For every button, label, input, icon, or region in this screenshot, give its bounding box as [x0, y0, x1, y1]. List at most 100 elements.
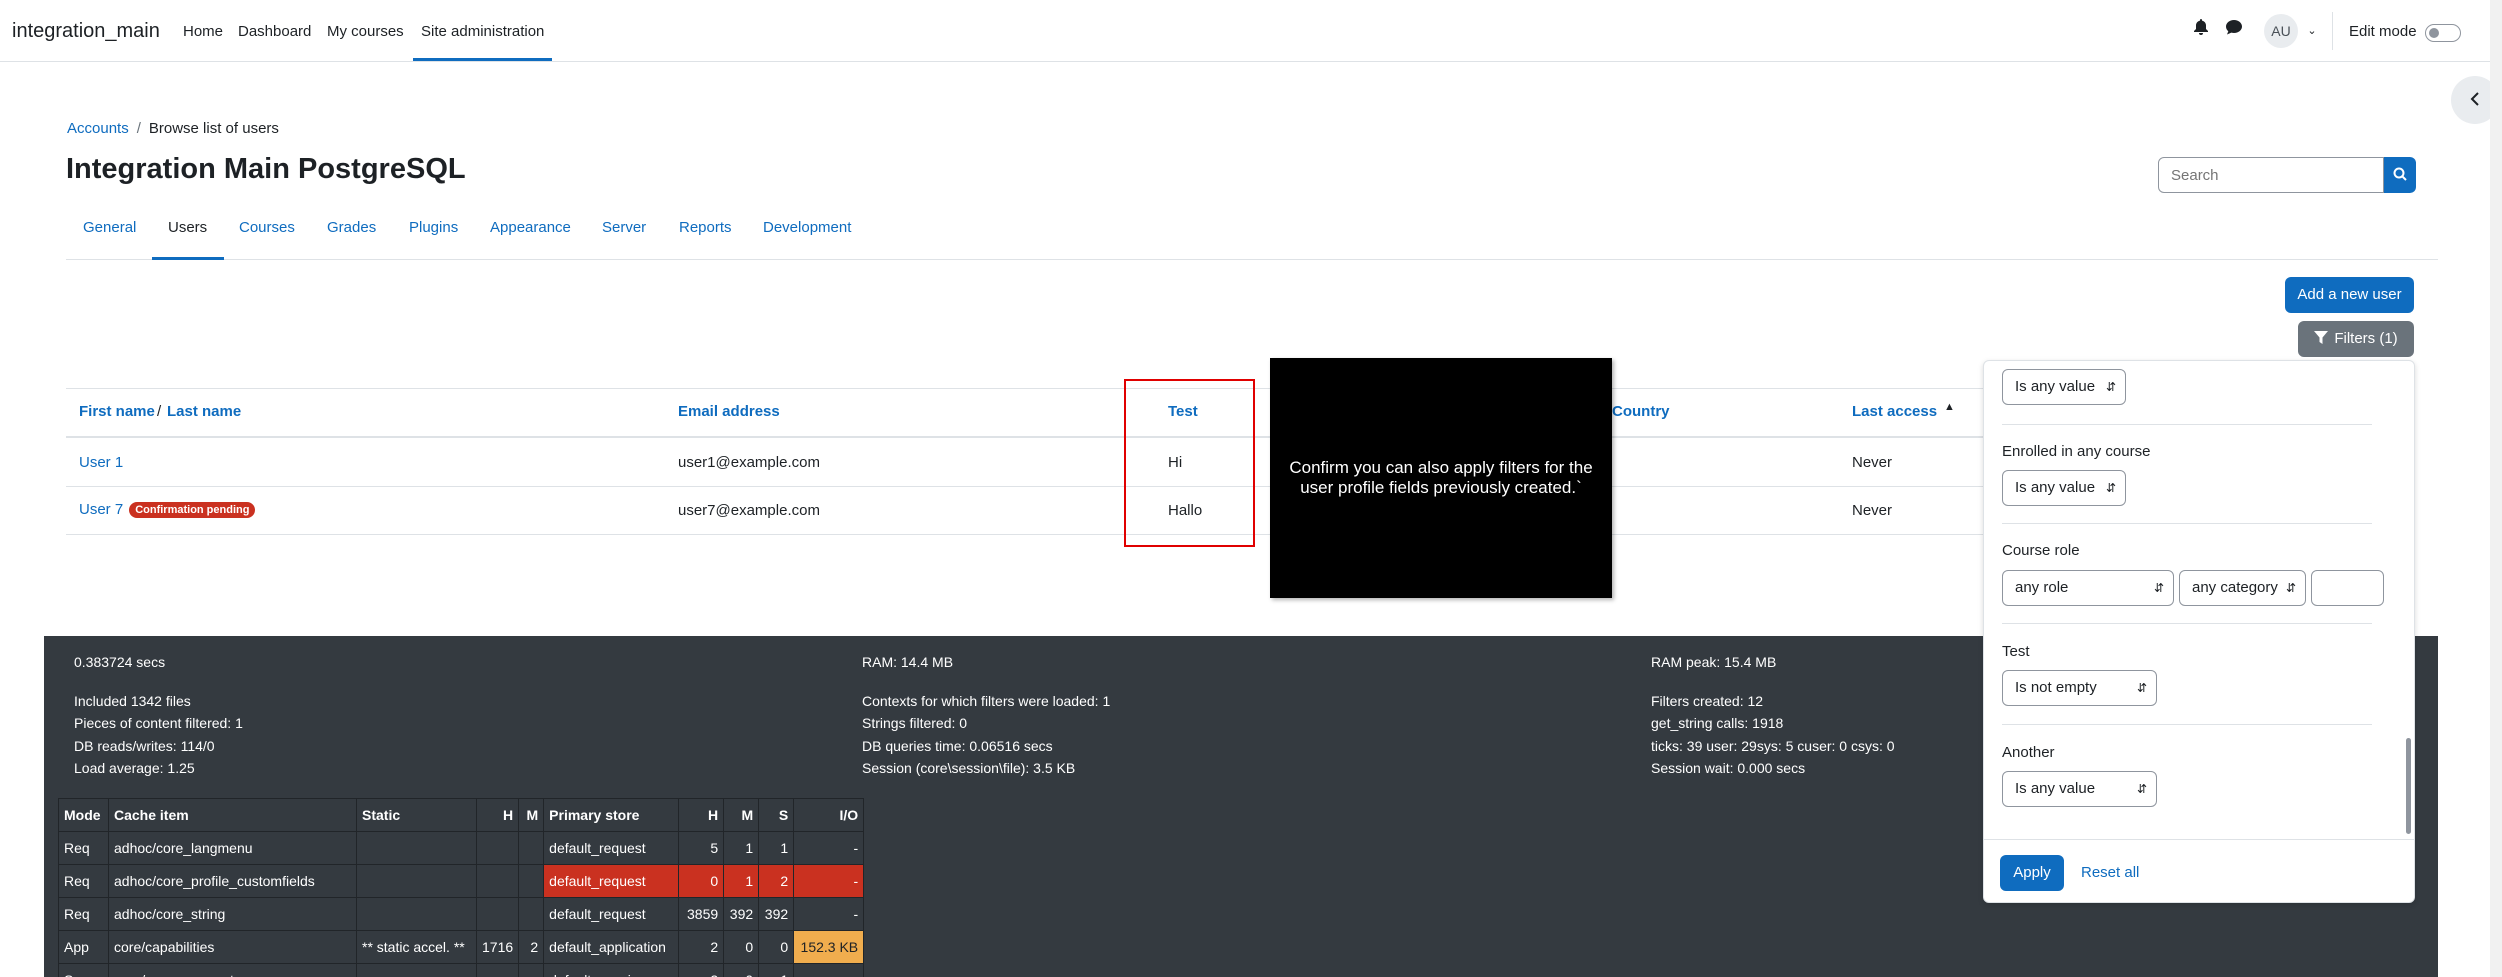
- cache-cell: [475, 897, 520, 931]
- filter-category-select[interactable]: any category ⇵: [2179, 570, 2306, 606]
- nav-site-administration[interactable]: Site administration: [421, 23, 544, 40]
- table-row: User 7 Confirmation pending user7@example…: [66, 487, 2011, 535]
- select-caret-icon: ⇵: [2105, 380, 2116, 394]
- email-sort-link[interactable]: Email address: [678, 403, 780, 420]
- select-value: Is any value: [2015, 780, 2096, 797]
- tab-server[interactable]: Server: [602, 219, 646, 236]
- perf-spacer: [74, 674, 243, 690]
- perf-db-rw: DB reads/writes: 114/0: [74, 737, 215, 754]
- user-last-access: Never: [1852, 454, 1893, 471]
- perf-db-time: DB queries time: 0.06516 secs: [862, 737, 1053, 754]
- search-input[interactable]: [2158, 157, 2384, 193]
- filters-button[interactable]: Filters (1): [2298, 321, 2414, 357]
- cache-header: H: [678, 798, 725, 832]
- tab-appearance[interactable]: Appearance: [490, 219, 571, 236]
- chat-icon[interactable]: [2221, 18, 2247, 44]
- filter-another-select[interactable]: Is any value ⇵: [2002, 771, 2157, 807]
- cache-cell: [793, 963, 865, 977]
- perf-spacer: [1651, 674, 1895, 690]
- admin-tabs: General Users Courses Grades Plugins App…: [66, 212, 2438, 260]
- breadcrumb-accounts[interactable]: Accounts: [67, 120, 129, 137]
- tab-reports[interactable]: Reports: [679, 219, 732, 236]
- tab-users[interactable]: Users: [168, 219, 207, 236]
- select-value: Is any value: [2015, 378, 2096, 395]
- last-name-sort-link[interactable]: Last name: [167, 403, 241, 420]
- filter-divider: [2002, 523, 2372, 524]
- first-name-sort-link[interactable]: First name: [79, 403, 155, 420]
- cache-row: Req adhoc/core_langmenu default_request …: [58, 831, 865, 865]
- filter-another-label: Another: [2002, 744, 2055, 761]
- cache-cell: 3859: [678, 897, 725, 931]
- apply-filters-button[interactable]: Apply: [2000, 855, 2064, 891]
- nav-home[interactable]: Home: [183, 23, 223, 40]
- user-avatar[interactable]: AU: [2264, 14, 2298, 48]
- cache-header: I/O: [793, 798, 865, 832]
- cache-cell: -: [793, 831, 865, 865]
- navbar-divider: [2332, 12, 2333, 50]
- tab-plugins[interactable]: Plugins: [409, 219, 458, 236]
- cache-cell: 2: [678, 963, 725, 977]
- add-new-user-button[interactable]: Add a new user: [2285, 277, 2414, 313]
- cache-cell: 0: [678, 864, 725, 898]
- cache-cell: core/courserequest: [108, 963, 357, 977]
- cache-cell: 1: [758, 963, 795, 977]
- cache-cell: [518, 864, 545, 898]
- tab-grades[interactable]: Grades: [327, 219, 376, 236]
- perf-column-1: 0.383724 secs Included 1342 files Pieces…: [74, 651, 243, 780]
- perf-session: Session (core\session\file): 3.5 KB: [862, 760, 1076, 776]
- cache-row: App core/capabilities ** static accel. *…: [58, 930, 865, 964]
- reset-all-link[interactable]: Reset all: [2081, 864, 2139, 881]
- cache-header: Mode: [58, 798, 109, 832]
- top-navbar: integration_main Home Dashboard My cours…: [0, 0, 2490, 62]
- filter-enrolled-select[interactable]: Is any value ⇵: [2002, 470, 2126, 506]
- cache-header: S: [758, 798, 795, 832]
- breadcrumb-current: Browse list of users: [148, 120, 279, 137]
- filters-scrollbar[interactable]: [2406, 738, 2411, 834]
- cache-cell: default_request: [543, 897, 680, 931]
- perf-files: Included 1342 files: [74, 692, 191, 709]
- tab-general[interactable]: General: [83, 219, 136, 236]
- country-sort-link[interactable]: Country: [1612, 403, 1670, 420]
- edit-mode-toggle[interactable]: [2425, 24, 2461, 42]
- perf-ram: RAM: 14.4 MB: [862, 654, 954, 670]
- filter-divider: [2002, 424, 2372, 425]
- tab-development[interactable]: Development: [763, 219, 851, 236]
- cache-cell: [518, 963, 545, 977]
- filter-course-input[interactable]: [2311, 570, 2384, 606]
- cache-cell: default_request: [543, 831, 680, 865]
- nav-active-indicator: [413, 58, 552, 61]
- nav-dashboard[interactable]: Dashboard: [238, 23, 311, 40]
- cache-header: M: [723, 798, 760, 832]
- perf-column-2: RAM: 14.4 MB Contexts for which filters …: [862, 651, 1110, 780]
- filter-icon: [2314, 331, 2329, 344]
- filter-role-select[interactable]: any role ⇵: [2002, 570, 2174, 606]
- site-brand[interactable]: integration_main: [12, 20, 160, 43]
- perf-strings: Strings filtered: 0: [862, 715, 968, 731]
- filters-footer: Apply Reset all: [1984, 839, 2414, 902]
- cache-cell: 1716: [475, 930, 520, 964]
- bell-icon[interactable]: [2188, 18, 2214, 44]
- filter-top-select[interactable]: Is any value ⇵: [2002, 369, 2126, 405]
- cache-table: Mode Cache item Static H M Primary store…: [58, 798, 865, 977]
- cache-cell: 2: [518, 930, 545, 964]
- cache-cell: 1: [758, 831, 795, 865]
- nav-my-courses[interactable]: My courses: [327, 23, 404, 40]
- filter-test-select[interactable]: Is not empty ⇵: [2002, 670, 2157, 706]
- last-access-sort-link[interactable]: Last access: [1852, 403, 1937, 420]
- cache-cell: 1: [723, 864, 760, 898]
- select-value: any role: [2015, 579, 2069, 596]
- edit-mode-label: Edit mode: [2349, 23, 2417, 40]
- user-name-link[interactable]: User 1: [79, 454, 123, 471]
- user-name-link[interactable]: User 7: [79, 501, 123, 518]
- search-button[interactable]: [2384, 157, 2416, 193]
- user-email: user7@example.com: [678, 502, 820, 519]
- filter-divider: [2002, 623, 2372, 624]
- perf-ticks: ticks: 39 user: 29sys: 5 cuser: 0 csys: …: [1651, 737, 1895, 754]
- tab-courses[interactable]: Courses: [239, 219, 295, 236]
- page-scrollbar[interactable]: [2490, 0, 2502, 977]
- chevron-down-icon[interactable]: ⌄: [2299, 18, 2325, 44]
- cache-header: H: [475, 798, 520, 832]
- filter-divider: [2002, 724, 2372, 725]
- cache-cell: core/capabilities: [108, 930, 357, 964]
- cache-row: Req adhoc/core_profile_customfields defa…: [58, 864, 865, 898]
